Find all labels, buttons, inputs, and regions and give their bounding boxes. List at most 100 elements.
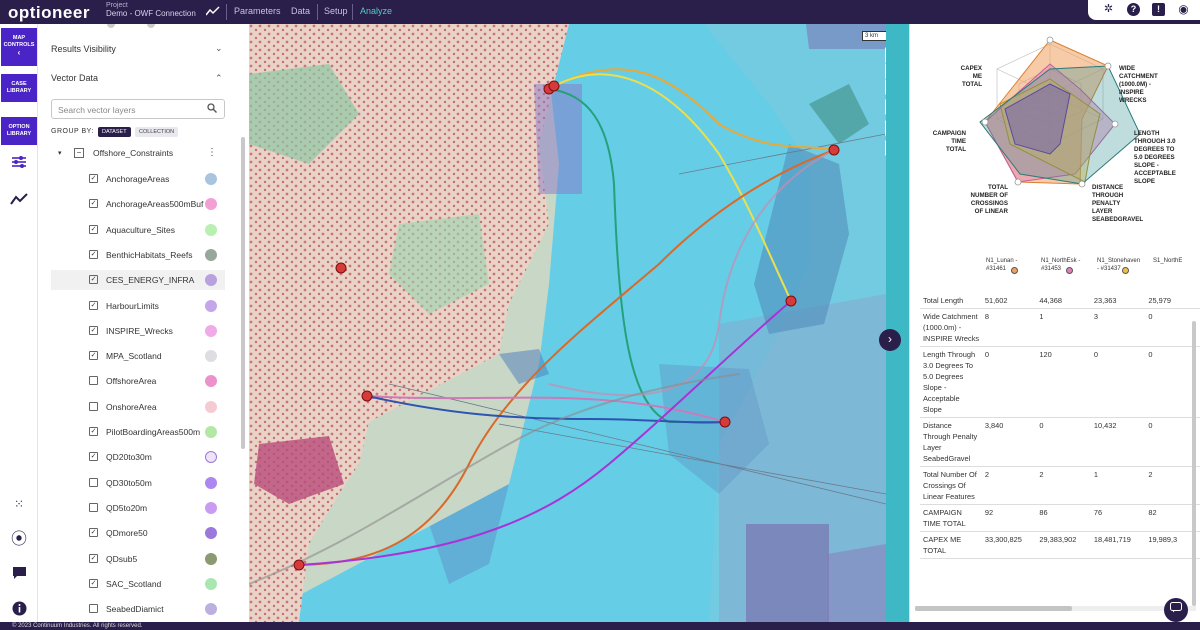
nav-parameters[interactable]: Parameters — [234, 6, 281, 16]
layer-color-swatch[interactable] — [205, 426, 217, 438]
collapse-caret-icon[interactable]: ▾ — [58, 149, 62, 157]
route-endpoint[interactable] — [719, 416, 731, 428]
layer-item[interactable]: ✓ QD20to30m — [85, 447, 225, 467]
layer-color-swatch[interactable] — [205, 248, 217, 261]
layer-color-swatch[interactable] — [205, 198, 217, 211]
checkbox-checked[interactable]: ✓ — [89, 249, 98, 259]
layer-item[interactable]: ✓ QDsub5 — [85, 549, 225, 569]
checkbox-checked[interactable]: ✓ — [89, 224, 98, 234]
layer-color-swatch[interactable] — [205, 324, 217, 337]
nav-setup[interactable]: Setup — [324, 6, 348, 16]
checkbox-checked[interactable]: ✓ — [89, 578, 98, 588]
map-svg[interactable] — [249, 24, 886, 622]
layer-item[interactable]: OnshoreArea — [85, 397, 225, 417]
checkbox-checked[interactable]: ✓ — [89, 427, 98, 436]
layer-item[interactable]: ✓ SAC_Scotland — [85, 574, 225, 594]
checkbox-checked[interactable]: ✓ — [89, 199, 98, 209]
network-icon[interactable]: ✲ — [1102, 3, 1115, 16]
map-controls-button[interactable]: MAP CONTROLS ‹ — [1, 28, 37, 66]
layer-item[interactable]: QD30to50m — [85, 473, 225, 493]
checkbox-checked[interactable]: ✓ — [89, 553, 98, 563]
layer-item[interactable]: ✓ AnchorageAreas — [85, 169, 225, 189]
nav-data[interactable]: Data — [291, 6, 310, 16]
layer-item[interactable]: ✓ BenthicHabitats_Reefs — [85, 245, 225, 265]
route-endpoint[interactable] — [828, 144, 840, 156]
layer-item[interactable]: ✓ INSPIRE_Wrecks — [85, 321, 225, 341]
checkbox-unchecked[interactable] — [89, 502, 98, 512]
option-header-4[interactable]: S1_NorthE — [1153, 257, 1198, 265]
group-checkbox-indeterminate[interactable]: − — [74, 148, 84, 158]
layer-item[interactable]: ✓ PilotBoardingAreas500m — [85, 422, 225, 442]
sliders-icon[interactable] — [8, 154, 30, 176]
layer-color-swatch[interactable] — [205, 223, 217, 236]
layer-color-swatch[interactable] — [205, 552, 217, 565]
group-dataset-toggle[interactable]: DATASET — [98, 127, 131, 137]
chevron-up-icon[interactable]: ⌃ — [215, 73, 223, 84]
support-chat-button[interactable] — [1164, 598, 1188, 622]
vector-data-header[interactable]: Vector Data — [51, 73, 98, 83]
chevron-right-icon[interactable]: › — [879, 329, 901, 351]
project-name[interactable]: Demo - OWF Connection — [106, 10, 196, 18]
scroll-thumb[interactable] — [915, 606, 1072, 611]
checkbox-unchecked[interactable] — [89, 477, 98, 487]
layer-color-swatch[interactable] — [205, 501, 217, 514]
feedback-icon[interactable]: ! — [1152, 3, 1165, 16]
route-endpoint[interactable] — [293, 559, 305, 571]
case-library-button[interactable]: CASE LIBRARY — [1, 74, 37, 102]
layer-color-swatch[interactable] — [205, 400, 217, 413]
help-icon[interactable]: ? — [1127, 3, 1140, 16]
grid-dots-icon[interactable]: ⁙ — [8, 493, 30, 515]
layer-color-swatch[interactable] — [205, 451, 217, 464]
checkbox-checked[interactable]: ✓ — [89, 275, 98, 285]
layer-item[interactable]: OffshoreArea — [85, 371, 225, 391]
layer-color-swatch[interactable] — [205, 350, 217, 363]
search-icon[interactable] — [207, 103, 217, 116]
trend-icon[interactable] — [206, 6, 220, 16]
option-header-2[interactable]: N1_NorthEsk - #31453 — [1041, 257, 1081, 273]
route-endpoint[interactable] — [785, 295, 797, 307]
results-vertical-scrollbar[interactable] — [1192, 321, 1196, 606]
layer-item[interactable]: ✓ Aquaculture_Sites — [85, 220, 225, 240]
checkbox-checked[interactable]: ✓ — [89, 174, 98, 183]
layer-color-swatch[interactable] — [205, 299, 217, 312]
panel-scrollbar[interactable] — [241, 137, 245, 449]
checkbox-unchecked[interactable] — [89, 376, 98, 386]
results-horizontal-scrollbar[interactable] — [915, 606, 1196, 611]
chat-icon[interactable] — [8, 565, 30, 587]
layer-item[interactable]: ✓ AnchorageAreas500mBuf — [85, 194, 225, 214]
more-vertical-icon[interactable]: ⋮ — [207, 147, 217, 158]
layer-color-swatch[interactable] — [205, 527, 217, 540]
results-visibility-header[interactable]: Results Visibility — [51, 44, 116, 54]
option-header-3[interactable]: N1_Stonehaven - #31437 — [1097, 257, 1140, 273]
layer-item[interactable]: QD5to20m — [85, 498, 225, 518]
route-endpoint[interactable] — [335, 262, 347, 274]
layer-item[interactable]: SeabedDiamict — [85, 599, 225, 619]
layer-item[interactable]: ✓ QDmore50 — [85, 523, 225, 543]
chart-line-icon[interactable] — [8, 190, 30, 212]
layer-color-swatch[interactable] — [205, 577, 217, 590]
layer-color-swatch[interactable] — [205, 375, 217, 388]
checkbox-unchecked[interactable] — [89, 604, 98, 614]
option-library-button[interactable]: OPTION LIBRARY — [1, 117, 37, 145]
checkbox-checked[interactable]: ✓ — [89, 325, 98, 335]
layer-color-swatch[interactable] — [205, 476, 217, 489]
info-icon[interactable] — [8, 601, 30, 623]
checkbox-checked[interactable]: ✓ — [89, 351, 98, 361]
layer-item[interactable]: ✓ MPA_Scotland — [85, 346, 225, 366]
map-canvas[interactable] — [249, 24, 886, 622]
checkbox-checked[interactable]: ✓ — [89, 452, 98, 462]
chevron-down-icon[interactable]: ⌄ — [215, 43, 223, 54]
account-icon[interactable]: ◉ — [1177, 3, 1190, 16]
target-icon[interactable]: ⦿ — [8, 529, 30, 551]
layer-item[interactable]: ✓ HarbourLimits — [85, 296, 225, 316]
layer-color-swatch[interactable] — [205, 274, 217, 287]
layer-color-swatch[interactable] — [205, 173, 217, 185]
search-vector-layers-input[interactable]: Search vector layers — [51, 99, 225, 119]
group-collection-toggle[interactable]: COLLECTION — [135, 127, 179, 137]
route-endpoint[interactable] — [361, 390, 373, 402]
app-logo[interactable]: optioneer — [8, 3, 90, 23]
checkbox-unchecked[interactable] — [89, 401, 98, 411]
layer-item[interactable]: ✓ CES_ENERGY_INFRA — [51, 270, 225, 291]
checkbox-checked[interactable]: ✓ — [89, 528, 98, 538]
nav-analyze[interactable]: Analyze — [360, 6, 392, 16]
